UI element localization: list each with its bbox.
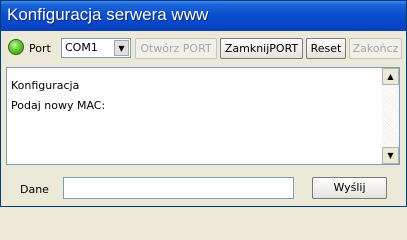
open-port-button[interactable]: Otwórz PORT — [135, 38, 217, 59]
port-select[interactable]: COM1 ▼ — [61, 38, 131, 58]
app-window: Konfiguracja serwera www Port COM1 ▼ Otw… — [0, 0, 407, 207]
data-input[interactable] — [63, 177, 294, 199]
title-bar[interactable]: Konfiguracja serwera www — [1, 1, 406, 31]
arrow-down-icon[interactable]: ▼ — [382, 147, 399, 164]
data-label: Dane — [20, 183, 49, 196]
port-label: Port — [29, 42, 51, 55]
vertical-scrollbar[interactable]: ▲ ▼ — [382, 68, 399, 164]
send-button[interactable]: Wyślij — [312, 177, 387, 199]
log-line: Podaj nowy MAC: — [11, 99, 106, 112]
log-memo[interactable]: Konfiguracja Podaj nowy MAC: ▲ ▼ — [6, 67, 400, 165]
port-select-value: COM1 — [65, 41, 98, 54]
window-title: Konfiguracja serwera www — [7, 5, 209, 24]
status-led-icon — [8, 39, 24, 55]
close-port-button[interactable]: ZamknijPORT — [220, 38, 303, 59]
log-line: Konfiguracja — [11, 79, 80, 92]
log-lines: Konfiguracja Podaj nowy MAC: — [11, 76, 379, 116]
chevron-down-icon[interactable]: ▼ — [114, 40, 129, 56]
finish-button[interactable]: Zakończ — [349, 38, 402, 59]
reset-button[interactable]: Reset — [306, 38, 346, 59]
arrow-up-icon[interactable]: ▲ — [382, 68, 399, 85]
